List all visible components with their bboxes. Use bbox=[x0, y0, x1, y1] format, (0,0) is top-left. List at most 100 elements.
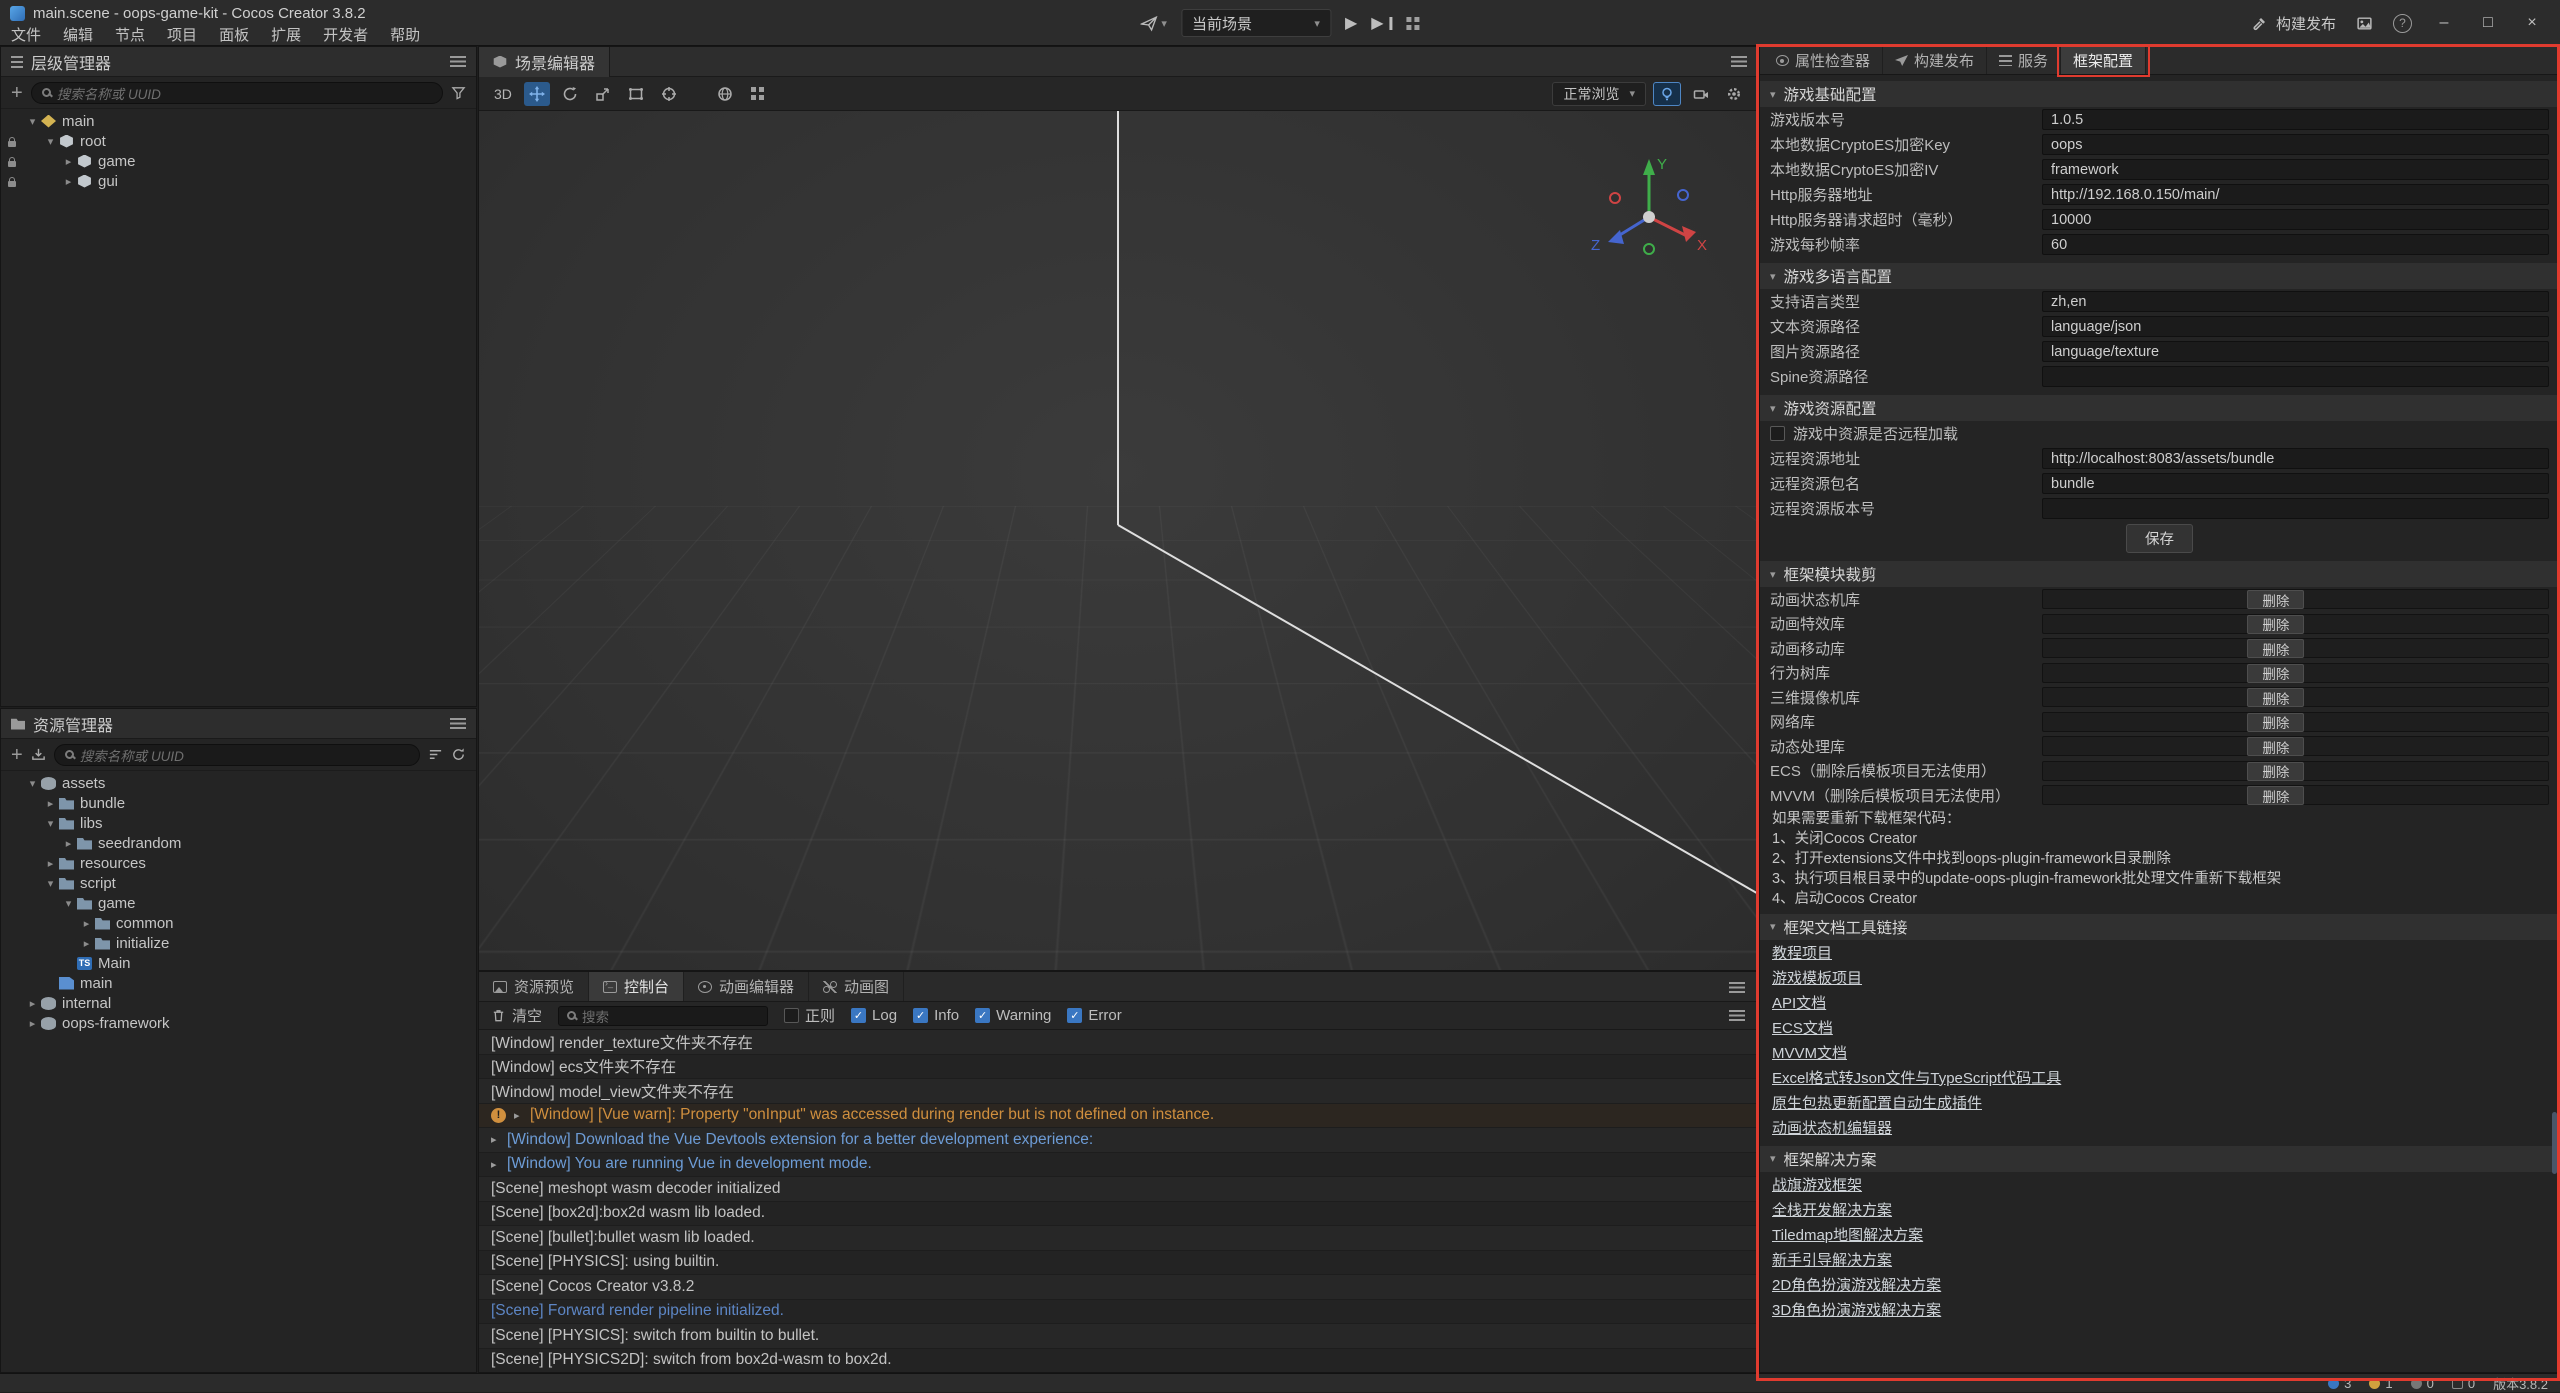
log-row[interactable]: ! ▸ [Window] [Vue warn]: Property "onInp… bbox=[479, 1104, 1757, 1129]
import-icon[interactable] bbox=[31, 747, 46, 762]
hierarchy-node[interactable]: main bbox=[1, 111, 476, 131]
field-input[interactable]: oops bbox=[2042, 134, 2549, 155]
lock-icon[interactable] bbox=[8, 181, 16, 187]
inspector-tab[interactable]: 属性检查器 bbox=[1764, 47, 1883, 74]
log-row[interactable]: ! ▸ [Scene] [box2d]:box2d wasm lib loade… bbox=[479, 1202, 1757, 1227]
asset-node[interactable]: seedrandom bbox=[1, 833, 476, 853]
layout-button[interactable] bbox=[1407, 17, 1420, 30]
preview-target-button[interactable]: ▾ bbox=[1140, 15, 1167, 32]
hierarchy-node[interactable]: gui bbox=[1, 171, 476, 191]
expand-arrow-icon[interactable]: ▸ bbox=[491, 1158, 507, 1171]
log-row[interactable]: ! ▸ [Window] ecs文件夹不存在 bbox=[479, 1055, 1757, 1080]
section-header-res[interactable]: ▾ 游戏资源配置 bbox=[1760, 395, 2559, 421]
menu-item[interactable]: 文件 bbox=[0, 24, 52, 45]
asset-node[interactable]: common bbox=[1, 913, 476, 933]
delete-module-button[interactable]: 删除 bbox=[2247, 737, 2304, 756]
asset-node[interactable]: game bbox=[1, 893, 476, 913]
doc-link[interactable]: 游戏模板项目 bbox=[1772, 967, 1862, 988]
section-header-docs[interactable]: ▾ 框架文档工具链接 bbox=[1760, 914, 2559, 940]
log-row[interactable]: ! ▸ [Window] You are running Vue in deve… bbox=[479, 1153, 1757, 1178]
field-input[interactable]: http://192.168.0.150/main/ bbox=[2042, 184, 2549, 205]
asset-node[interactable]: Main bbox=[1, 953, 476, 973]
asset-node[interactable]: internal bbox=[1, 993, 476, 1013]
menu-item[interactable]: 编辑 bbox=[52, 24, 104, 45]
maximize-button[interactable]: □ bbox=[2476, 14, 2500, 32]
doc-link[interactable]: MVVM文档 bbox=[1772, 1042, 1847, 1063]
menu-item[interactable]: 帮助 bbox=[379, 24, 431, 45]
solution-link[interactable]: Tiledmap地图解决方案 bbox=[1772, 1224, 1923, 1245]
status-counter[interactable]: 0 bbox=[2411, 1376, 2434, 1391]
field-input[interactable]: language/json bbox=[2042, 316, 2549, 337]
expand-arrow-icon[interactable] bbox=[25, 115, 40, 128]
console-tab[interactable]: 动画图 bbox=[809, 972, 904, 1001]
expand-arrow-icon[interactable] bbox=[43, 877, 58, 890]
asset-node[interactable]: assets bbox=[1, 773, 476, 793]
assets-search-input[interactable]: 搜索名称或 UUID bbox=[54, 744, 420, 766]
remote-load-checkbox[interactable] bbox=[1770, 426, 1785, 441]
scene-viewport[interactable]: Y X Z bbox=[479, 111, 1757, 970]
section-header-i18n[interactable]: ▾ 游戏多语言配置 bbox=[1760, 263, 2559, 289]
expand-arrow-icon[interactable] bbox=[61, 897, 76, 910]
create-asset-button[interactable]: + bbox=[11, 745, 23, 765]
field-input[interactable]: bundle bbox=[2042, 473, 2549, 494]
console-filter-toggle[interactable]: Info bbox=[913, 1007, 959, 1024]
expand-arrow-icon[interactable] bbox=[43, 797, 58, 810]
step-button[interactable]: ▶ bbox=[1371, 13, 1392, 33]
log-row[interactable]: ! ▸ [Scene] Cocos Creator v3.8.2 bbox=[479, 1275, 1757, 1300]
scale-tool-button[interactable] bbox=[590, 82, 616, 106]
log-row[interactable]: ! ▸ [Window] model_view文件夹不存在 bbox=[479, 1079, 1757, 1104]
scene-tab[interactable]: 场景编辑器 bbox=[479, 47, 610, 77]
panel-menu-icon[interactable] bbox=[1731, 56, 1747, 67]
menu-item[interactable]: 项目 bbox=[156, 24, 208, 45]
lock-icon[interactable] bbox=[8, 161, 16, 167]
console-tab[interactable]: 资源预览 bbox=[479, 972, 589, 1001]
field-input[interactable]: 1.0.5 bbox=[2042, 109, 2549, 130]
solution-link[interactable]: 战旗游戏框架 bbox=[1772, 1174, 1862, 1195]
log-row[interactable]: ! ▸ [Scene] Forward render pipeline init… bbox=[479, 1300, 1757, 1325]
delete-module-button[interactable]: 删除 bbox=[2247, 688, 2304, 707]
field-input[interactable] bbox=[2042, 366, 2549, 387]
expand-arrow-icon[interactable] bbox=[61, 837, 76, 850]
console-filter-toggle[interactable]: 正则 bbox=[784, 1005, 835, 1026]
asset-node[interactable]: script bbox=[1, 873, 476, 893]
hierarchy-node[interactable]: root bbox=[1, 131, 476, 151]
doc-link[interactable]: Excel格式转Json文件与TypeScript代码工具 bbox=[1772, 1067, 2061, 1088]
expand-arrow-icon[interactable]: ▸ bbox=[514, 1109, 530, 1122]
doc-link[interactable]: 动画状态机编辑器 bbox=[1772, 1117, 1892, 1138]
asset-node[interactable]: resources bbox=[1, 853, 476, 873]
gizmo-x-label[interactable]: X bbox=[1697, 237, 1707, 254]
doc-link[interactable]: 原生包热更新配置自动生成插件 bbox=[1772, 1092, 1982, 1113]
menu-item[interactable]: 扩展 bbox=[260, 24, 312, 45]
menu-item[interactable]: 开发者 bbox=[312, 24, 379, 45]
gizmo-light-button[interactable] bbox=[1653, 82, 1681, 106]
create-node-button[interactable]: + bbox=[11, 83, 23, 103]
expand-arrow-icon[interactable] bbox=[43, 857, 58, 870]
delete-module-button[interactable]: 删除 bbox=[2247, 762, 2304, 781]
console-filter-toggle[interactable]: Error bbox=[1067, 1007, 1121, 1024]
console-tab[interactable]: 控制台 bbox=[589, 972, 684, 1001]
view-mode-select[interactable]: 正常浏览 ▾ bbox=[1552, 82, 1646, 106]
log-row[interactable]: ! ▸ [Scene] meshopt wasm decoder initial… bbox=[479, 1177, 1757, 1202]
expand-arrow-icon[interactable]: ▸ bbox=[491, 1133, 507, 1146]
section-header-solutions[interactable]: ▾ 框架解决方案 bbox=[1760, 1146, 2559, 1172]
field-input[interactable]: language/texture bbox=[2042, 341, 2549, 362]
expand-arrow-icon[interactable] bbox=[25, 1017, 40, 1030]
console-search-input[interactable]: 搜索 bbox=[558, 1006, 768, 1026]
hierarchy-node[interactable]: game bbox=[1, 151, 476, 171]
expand-arrow-icon[interactable] bbox=[25, 997, 40, 1010]
scene-settings-button[interactable] bbox=[1721, 82, 1747, 106]
field-input[interactable]: 60 bbox=[2042, 234, 2549, 255]
solution-link[interactable]: 新手引导解决方案 bbox=[1772, 1249, 1892, 1270]
field-input[interactable]: 10000 bbox=[2042, 209, 2549, 230]
pivot-tool-button[interactable] bbox=[656, 82, 682, 106]
inspector-tab[interactable]: 服务 bbox=[1987, 47, 2061, 74]
solution-link[interactable]: 3D角色扮演游戏解决方案 bbox=[1772, 1299, 1941, 1320]
snap-button[interactable] bbox=[745, 82, 771, 106]
log-row[interactable]: ! ▸ [Window] Download the Vue Devtools e… bbox=[479, 1128, 1757, 1153]
log-row[interactable]: ! ▸ [Window] render_texture文件夹不存在 bbox=[479, 1030, 1757, 1055]
mode-3d-button[interactable]: 3D bbox=[489, 82, 517, 106]
expand-arrow-icon[interactable] bbox=[61, 155, 76, 168]
expand-arrow-icon[interactable] bbox=[43, 817, 58, 830]
lock-icon[interactable] bbox=[8, 141, 16, 147]
camera-settings-button[interactable] bbox=[1688, 82, 1714, 106]
